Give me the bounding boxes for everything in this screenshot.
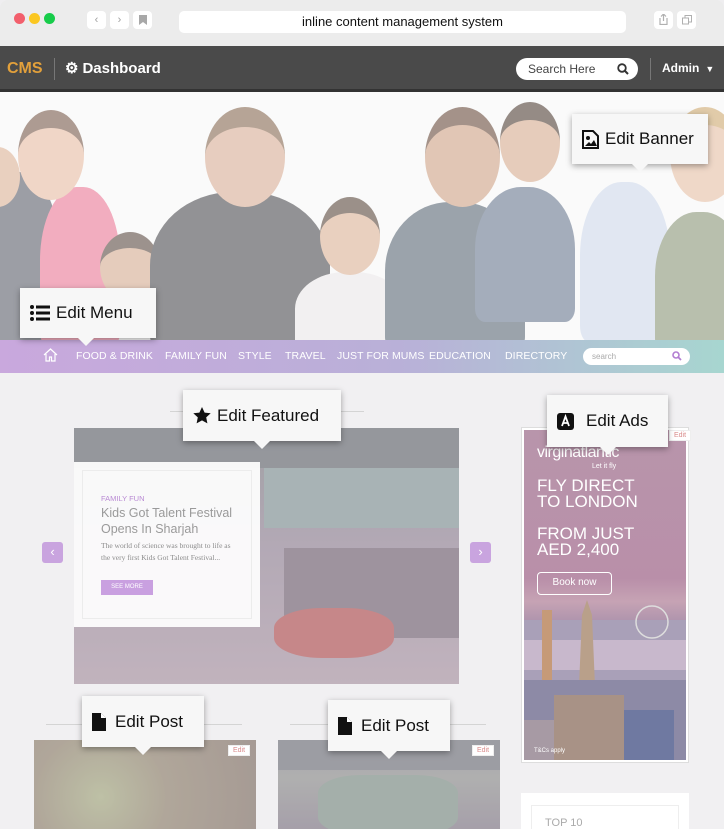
edit-post-label: Edit Post	[361, 715, 430, 735]
list-icon	[30, 305, 50, 321]
bookmark-button[interactable]	[133, 11, 152, 29]
file-icon	[92, 712, 106, 731]
chevron-left-icon: ‹	[50, 544, 55, 559]
featured-description: The world of science was brought to life…	[101, 541, 231, 562]
ad-book-now-button[interactable]: Book now	[537, 572, 612, 595]
maximize-window-button[interactable]	[44, 13, 55, 24]
forward-button[interactable]: ›	[110, 11, 129, 29]
london-skyline-illustration	[524, 600, 686, 760]
image-file-icon	[582, 129, 599, 149]
slider-next-button[interactable]: ›	[470, 542, 491, 563]
nav-item-family-fun[interactable]: FAMILY FUN	[165, 350, 227, 362]
nav-item-just-for-mums[interactable]: JUST FOR MUMS	[337, 350, 424, 362]
site-navigation: FOOD & DRINK FAMILY FUN STYLE TRAVEL JUS…	[0, 340, 724, 373]
gears-icon: ⚙	[65, 60, 79, 77]
ad-terms: T&Cs apply	[534, 748, 566, 754]
search-icon[interactable]	[617, 58, 629, 82]
tabs-button[interactable]	[677, 11, 696, 29]
chevron-right-icon: ›	[117, 14, 122, 26]
star-icon	[193, 407, 211, 424]
minimize-window-button[interactable]	[29, 13, 40, 24]
close-window-button[interactable]	[14, 13, 25, 24]
edit-banner-label: Edit Banner	[605, 129, 694, 148]
chevron-left-icon: ‹	[94, 14, 99, 26]
search-placeholder: search	[592, 352, 617, 361]
edit-featured-label: Edit Featured	[217, 405, 320, 425]
nav-item-directory[interactable]: DIRECTORY	[505, 350, 567, 362]
cms-search-input[interactable]: Search Here	[516, 58, 638, 80]
cms-toolbar: CMS ⚙ Dashboard Search Here Admin ▼	[0, 46, 724, 92]
search-placeholder: Search Here	[528, 62, 596, 76]
edit-ads-label: Edit Ads	[586, 411, 649, 430]
nav-item-food-drink[interactable]: FOOD & DRINK	[76, 350, 153, 362]
edit-menu-button[interactable]: Edit Menu	[20, 288, 156, 346]
search-icon[interactable]	[672, 348, 682, 367]
featured-title[interactable]: Kids Got Talent Festival Opens In Sharja…	[101, 505, 241, 537]
featured-category[interactable]: FAMILY FUN	[101, 494, 144, 503]
post-edit-link[interactable]: Edit	[472, 745, 495, 756]
cms-logo[interactable]: CMS	[7, 60, 43, 78]
ad-creative: virginatlantic Let it fly FLY DIRECT TO …	[524, 430, 686, 760]
caret-down-icon: ▼	[705, 64, 715, 74]
edit-post-button[interactable]: Edit Post	[82, 696, 204, 755]
ad-edit-link[interactable]: Edit	[669, 430, 692, 441]
share-icon	[659, 13, 668, 26]
nav-item-travel[interactable]: TRAVEL	[285, 350, 326, 362]
edit-banner-button[interactable]: Edit Banner	[572, 114, 708, 172]
address-bar[interactable]: inline content management system	[179, 11, 626, 33]
file-icon	[338, 716, 352, 735]
browser-chrome: ‹ › inline content management system	[0, 0, 724, 46]
dashboard-label: Dashboard	[82, 59, 161, 77]
divider	[54, 58, 55, 80]
user-menu[interactable]: Admin ▼	[662, 61, 714, 75]
ad-tagline: Let it fly	[592, 463, 617, 470]
site-search-input[interactable]: search	[583, 348, 690, 365]
edit-featured-button[interactable]: Edit Featured	[183, 390, 341, 449]
advertisement[interactable]: virginatlantic Let it fly FLY DIRECT TO …	[521, 427, 689, 763]
back-button[interactable]: ‹	[87, 11, 106, 29]
post-edit-link[interactable]: Edit	[228, 745, 251, 756]
edit-ads-button[interactable]: Edit Ads	[547, 395, 668, 455]
chevron-right-icon: ›	[478, 544, 483, 559]
slider-prev-button[interactable]: ‹	[42, 542, 63, 563]
edit-post-label: Edit Post	[115, 711, 184, 731]
bookmark-icon	[138, 15, 147, 25]
nav-item-style[interactable]: STYLE	[238, 350, 272, 362]
user-label: Admin	[662, 61, 700, 75]
edit-post-button[interactable]: Edit Post	[328, 700, 450, 759]
edit-menu-label: Edit Menu	[56, 303, 133, 322]
ads-icon	[557, 412, 574, 430]
tabs-icon	[681, 15, 692, 25]
top10-title: TOP 10	[545, 817, 583, 829]
ad-price: FROM JUST AED 2,400	[537, 524, 634, 559]
share-button[interactable]	[654, 11, 673, 29]
divider	[650, 58, 651, 80]
ad-headline: FLY DIRECT TO LONDON	[537, 476, 638, 511]
dashboard-link[interactable]: ⚙ Dashboard	[65, 59, 161, 78]
see-more-button[interactable]: SEE MORE	[101, 580, 153, 595]
nav-item-education[interactable]: EDUCATION	[429, 350, 491, 362]
home-icon[interactable]	[43, 348, 58, 365]
